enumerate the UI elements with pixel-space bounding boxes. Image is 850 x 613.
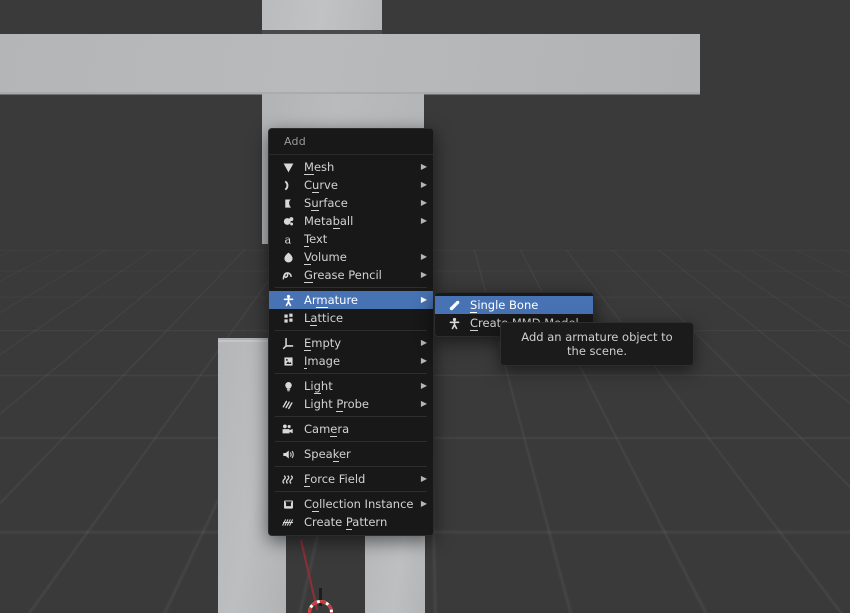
menu-item-label: Light Probe [304, 397, 369, 412]
camera-icon [279, 422, 297, 437]
menu-item-label: Single Bone [470, 298, 539, 313]
light-icon [279, 379, 297, 394]
menu-separator [275, 416, 427, 417]
svg-text:a: a [284, 233, 291, 246]
image-icon [279, 354, 297, 369]
menu-item-label: Speaker [304, 447, 351, 462]
surface-icon [279, 196, 297, 211]
add-menu-item-camera[interactable]: Camera [269, 420, 433, 438]
menu-item-label: Surface [304, 196, 348, 211]
text-icon: a [279, 232, 297, 247]
add-menu-item-text[interactable]: a Text [269, 230, 433, 248]
add-menu-item-metaball[interactable]: Metaball ▶ [269, 212, 433, 230]
3d-cursor-ring-red [308, 600, 333, 613]
add-menu-item-light-probe[interactable]: Light Probe ▶ [269, 395, 433, 413]
menu-item-label: Camera [304, 422, 350, 437]
menu-item-label: Armature [304, 293, 359, 308]
add-menu-item-image[interactable]: Image ▶ [269, 352, 433, 370]
menu-item-label: Lattice [304, 311, 344, 326]
chevron-right-icon: ▶ [420, 270, 427, 279]
add-menu-item-armature[interactable]: Armature ▶ [269, 291, 433, 309]
light-probe-icon [279, 397, 297, 412]
add-menu-item-grease-pencil[interactable]: Grease Pencil ▶ [269, 266, 433, 284]
add-menu-item-speaker[interactable]: Speaker [269, 445, 433, 463]
add-menu-item-volume[interactable]: Volume ▶ [269, 248, 433, 266]
menu-separator [275, 287, 427, 288]
chevron-right-icon: ▶ [420, 180, 427, 189]
add-menu-item-force-field[interactable]: Force Field ▶ [269, 470, 433, 488]
chevron-right-icon: ▶ [420, 216, 427, 225]
menu-separator [275, 466, 427, 467]
add-menu-item-lattice[interactable]: Lattice [269, 309, 433, 327]
add-menu-title: Add [269, 129, 433, 155]
blender-window: Add Mesh ▶ Curve ▶ Surface ▶ Metaball ▶ a Text Vol… [0, 0, 850, 613]
menu-item-label: Create Pattern [304, 515, 388, 530]
volume-icon [279, 250, 297, 265]
menu-item-label: Image [304, 354, 341, 369]
menu-separator [275, 441, 427, 442]
mesh-horizontal-beam[interactable] [0, 34, 700, 94]
menu-item-label: Collection Instance [304, 497, 414, 512]
chevron-right-icon: ▶ [420, 338, 427, 347]
3d-cursor[interactable] [308, 600, 333, 613]
armature-item-single-bone[interactable]: Single Bone [435, 296, 593, 314]
create-pattern-icon [279, 515, 297, 530]
collection-instance-icon [279, 497, 297, 512]
menu-separator [275, 373, 427, 374]
chevron-right-icon: ▶ [420, 499, 427, 508]
menu-item-label: Grease Pencil [304, 268, 382, 283]
add-menu-list: Mesh ▶ Curve ▶ Surface ▶ Metaball ▶ a Text Volume ▶… [269, 155, 433, 535]
chevron-right-icon: ▶ [420, 198, 427, 207]
force-field-icon [279, 472, 297, 487]
tooltip: Add an armature object to the scene. [500, 322, 694, 366]
lattice-icon [279, 311, 297, 326]
chevron-right-icon: ▶ [420, 399, 427, 408]
bone-icon [445, 298, 463, 313]
menu-item-label: Metaball [304, 214, 354, 229]
metaball-icon [279, 214, 297, 229]
add-menu-item-empty[interactable]: Empty ▶ [269, 334, 433, 352]
add-menu-item-light[interactable]: Light ▶ [269, 377, 433, 395]
armature-icon [445, 316, 463, 331]
empty-icon [279, 336, 297, 351]
chevron-right-icon: ▶ [420, 252, 427, 261]
add-menu-item-surface[interactable]: Surface ▶ [269, 194, 433, 212]
menu-item-label: Mesh [304, 160, 335, 175]
chevron-right-icon: ▶ [420, 295, 427, 304]
chevron-right-icon: ▶ [420, 474, 427, 483]
menu-item-label: Light [304, 379, 333, 394]
armature-icon [279, 293, 297, 308]
menu-item-label: Force Field [304, 472, 366, 487]
add-menu-item-mesh[interactable]: Mesh ▶ [269, 158, 433, 176]
add-menu-item-curve[interactable]: Curve ▶ [269, 176, 433, 194]
chevron-right-icon: ▶ [420, 162, 427, 171]
speaker-icon [279, 447, 297, 462]
chevron-right-icon: ▶ [420, 356, 427, 365]
menu-item-label: Volume [304, 250, 347, 265]
add-menu[interactable]: Add Mesh ▶ Curve ▶ Surface ▶ Metaball ▶ a Text Vol… [268, 128, 434, 536]
menu-separator [275, 330, 427, 331]
add-menu-item-collection-instance[interactable]: Collection Instance ▶ [269, 495, 433, 513]
mesh-column-top[interactable] [262, 0, 382, 34]
curve-icon [279, 178, 297, 193]
menu-item-label: Text [304, 232, 328, 247]
menu-separator [275, 491, 427, 492]
chevron-right-icon: ▶ [420, 381, 427, 390]
add-menu-item-create-pattern[interactable]: Create Pattern [269, 513, 433, 531]
grease-pencil-icon [279, 268, 297, 283]
menu-item-label: Curve [304, 178, 338, 193]
menu-item-label: Empty [304, 336, 342, 351]
mesh-icon [279, 160, 297, 175]
mesh-column-right[interactable] [365, 536, 425, 613]
